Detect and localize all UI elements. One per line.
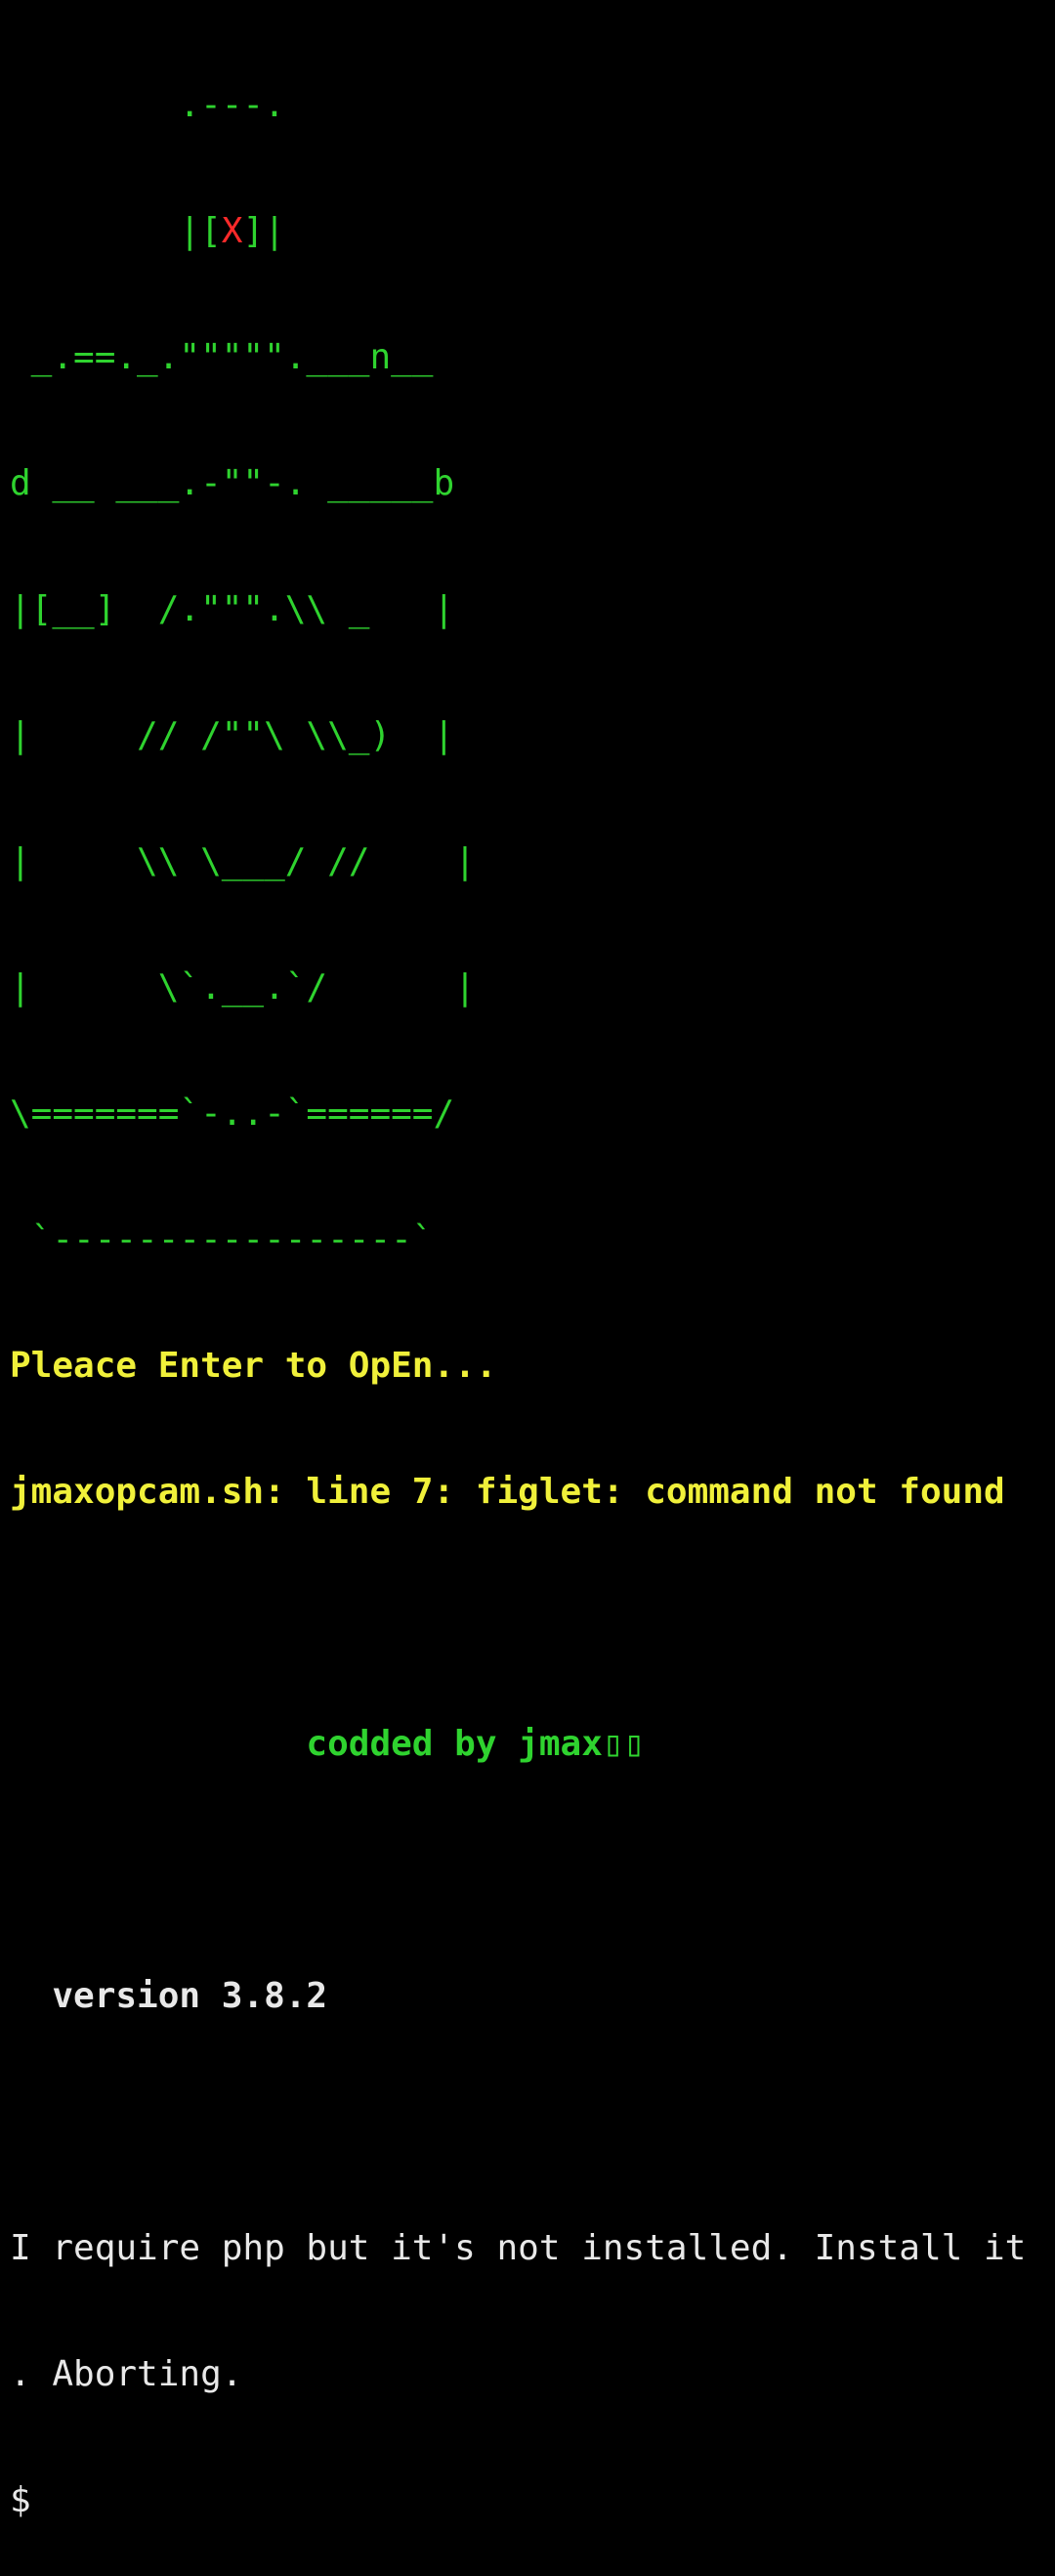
version-line: version 3.8.2: [10, 1976, 328, 2016]
ascii-art-line-9: \=======`-..-`======/: [10, 1094, 455, 1134]
enter-prompt-line: Pleace Enter to OpEn...: [10, 1346, 497, 1386]
error-line: jmaxopcam.sh: line 7: figlet: command no…: [10, 1472, 1005, 1512]
ascii-art-fragment: ]|: [242, 211, 285, 251]
ascii-art-line-8: | \`.__.`/ |: [10, 967, 476, 1008]
terminal-output[interactable]: .---. |[X]| _.==._.""""".___n__ d __ ___…: [10, 0, 1055, 2576]
message-line-2: . Aborting.: [10, 2354, 243, 2394]
ascii-art-line-5: |[__] /.""".\\ _ |: [10, 589, 455, 629]
ascii-art-line-6: | // /""\ \\_) |: [10, 715, 455, 755]
ascii-art-line-4: d __ ___.-""-. _____b: [10, 463, 455, 503]
prompt-line-1: $: [10, 2480, 31, 2520]
message-line-1: I require php but it's not installed. In…: [10, 2228, 1027, 2268]
ascii-art-line-10: `-----------------`: [10, 1220, 434, 1260]
ascii-art-line-2: |[X]|: [10, 210, 1055, 252]
ascii-art-fragment: |[: [10, 211, 222, 251]
ascii-art-line-3: _.==._.""""".___n__: [10, 337, 434, 377]
ascii-art-line-7: | \\ \___/ // |: [10, 841, 476, 881]
ascii-art-x-mark: X: [221, 211, 243, 251]
credit-line: codded by jmax▯▯: [10, 1724, 646, 1764]
ascii-art-line-1: .---.: [10, 85, 285, 125]
